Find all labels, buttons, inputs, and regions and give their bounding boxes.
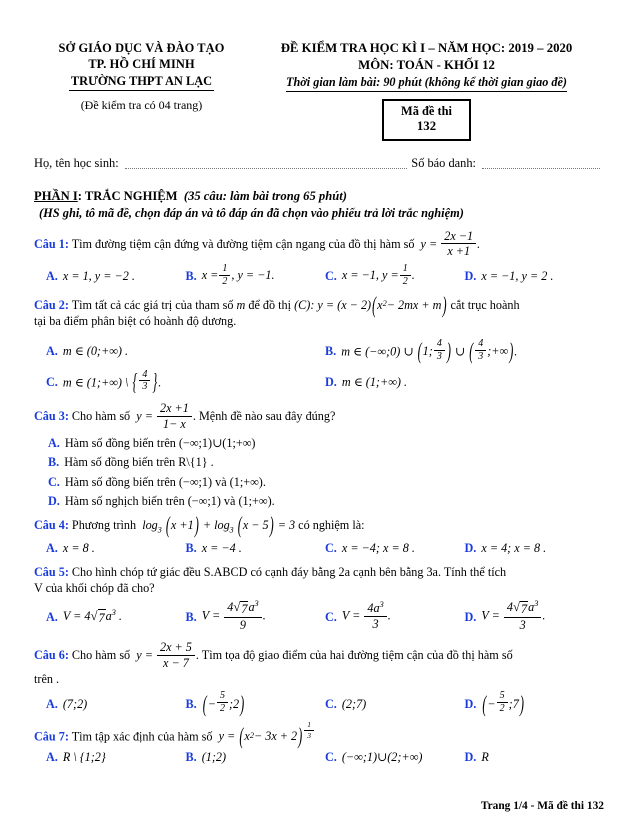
question-1-text: Tìm đường tiệm cận đứng và đường tiệm cậ… <box>71 236 415 251</box>
exam-duration: Thời gian làm bài: 90 phút (không kể thờ… <box>286 74 567 92</box>
question-1-option-d[interactable]: D. x = −1, y = 2 . <box>465 264 605 289</box>
question-2-text-2: để đồ thị <box>248 297 292 312</box>
question-2-label: Câu 2: <box>34 297 69 312</box>
part-subtitle: (HS ghi, tô mã đề, chọn đáp án và tô đáp… <box>39 206 464 221</box>
question-2-formula: (C): y = (x − 2)(x 2 − 2mx + m) <box>294 291 447 318</box>
question-7-option-a[interactable]: A. R \ {1;2} <box>46 749 186 765</box>
question-3: Câu 3: Cho hàm số y = 2x +1 1− x. Mệnh đề… <box>34 401 604 509</box>
question-2-text-4: tại ba điểm phân biệt có hoành độ dương. <box>34 313 237 328</box>
question-3-text-after: . Mệnh đề nào sau đây đúng? <box>192 409 336 424</box>
question-5-text-2: V của khối chóp đã cho? <box>34 580 155 595</box>
question-4-option-b[interactable]: B. x = −4 . <box>186 540 326 556</box>
question-5: Câu 5: Cho hình chóp tứ giác đều S.ABCD … <box>34 564 604 633</box>
question-6-text-after: . Tìm tọa độ giao điểm của hai đường tiệ… <box>195 647 513 662</box>
question-3-text-before: Cho hàm số <box>71 409 131 424</box>
exam-page: SỞ GIÁO DỤC VÀ ĐÀO TẠO TP. HỒ CHÍ MINH T… <box>0 0 638 832</box>
question-1-option-b[interactable]: B. x = 1 2, y = −1. <box>186 263 326 289</box>
page-footer: Trang 1/4 - Mã đề thi 132 <box>480 799 604 812</box>
question-6-option-c[interactable]: C. (2;7) <box>325 691 465 716</box>
question-1-label: Câu 1: <box>34 236 69 251</box>
question-2-option-c[interactable]: C. m ∈ (1;+∞) \ {4 3}. <box>46 369 325 396</box>
page-count-note: (Đề kiểm tra có 04 trang) <box>80 98 203 113</box>
question-2-option-b[interactable]: B. m ∈ (−∞;0) ∪ (1; 4 3) ∪ (4 3 ;+∞). <box>325 338 604 365</box>
question-7-option-d[interactable]: D. R <box>465 749 605 765</box>
part-heading: PHẦN I: TRẮC NGHIỆM (35 câu: làm bài tro… <box>34 188 604 222</box>
department-name: SỞ GIÁO DỤC VÀ ĐÀO TẠO <box>58 41 225 55</box>
header-left-block: SỞ GIÁO DỤC VÀ ĐÀO TẠO TP. HỒ CHÍ MINH T… <box>34 40 249 141</box>
question-6-formula: y = 2x + 5x − 7 <box>133 640 196 670</box>
question-5-text-1: Cho hình chóp tứ giác đều S.ABCD có cạnh… <box>71 564 507 579</box>
question-4-option-c[interactable]: C. x = −4; x = 8 . <box>325 540 465 556</box>
question-3-label: Câu 3: <box>34 409 69 424</box>
exam-code-box: Mã đề thi 132 <box>382 98 471 142</box>
question-4-option-d[interactable]: D. x = 4; x = 8 . <box>465 540 605 556</box>
question-6-option-b[interactable]: B. (−5 2 ;2) <box>186 690 326 717</box>
exam-title: ĐỀ KIỂM TRA HỌC KÌ I – NĂM HỌC: 2019 – 2… <box>280 41 573 55</box>
question-5-option-d[interactable]: D. V = 4 √ 7 a3 3. <box>465 599 605 633</box>
part-title-rest: : TRẮC NGHIỆM <box>77 188 178 203</box>
question-5-option-a[interactable]: A. V = 4 √ 7 a3 . <box>46 600 186 633</box>
city-name: TP. HỒ CHÍ MINH <box>88 57 195 72</box>
question-3-option-a[interactable]: A. Hàm số đồng biến trên (−∞;1)∪(1;+∞) <box>48 435 604 451</box>
exam-subject: MÔN: TOÁN - KHỐI 12 <box>358 57 495 72</box>
student-id-label: Số báo danh: <box>411 156 476 171</box>
question-3-formula: y = 2x +1 1− x <box>133 401 193 431</box>
question-1-option-c[interactable]: C. x = −1, y = 1 2. <box>325 263 465 289</box>
question-7-text-before: Tìm tập xác định của hàm số <box>71 729 213 744</box>
question-4-option-a[interactable]: A. x = 8 . <box>46 540 186 556</box>
student-name-field[interactable] <box>124 159 408 169</box>
question-3-option-d[interactable]: D. Hàm số nghịch biến trên (−∞;1) và (1;+… <box>48 493 604 509</box>
question-7-option-c[interactable]: C. (−∞;1)∪(2;+∞) <box>325 749 465 765</box>
question-7-formula: y = (x 2 − 3x + 2) 1 3 <box>216 720 315 750</box>
question-2-param: m <box>236 297 246 312</box>
question-6-option-d[interactable]: D. (−5 2 ;7) <box>465 690 605 717</box>
school-name: TRƯỜNG THPT AN LẠC <box>68 73 215 92</box>
question-6-label: Câu 6: <box>34 647 69 662</box>
exam-code-label: Mã đề thi <box>401 103 452 118</box>
question-5-option-b[interactable]: B. V = 4 √ 7 a3 9. <box>186 599 326 633</box>
question-4: Câu 4: Phương trình log3 (x +1) + log3 (… <box>34 511 605 556</box>
question-4-text-after: có nghiệm là: <box>298 517 365 532</box>
question-4-text-before: Phương trình <box>71 517 137 532</box>
question-7-label: Câu 7: <box>34 729 69 744</box>
exam-code-value: 132 <box>416 119 437 134</box>
question-1-formula: y = 2x −1 x +1. <box>417 228 481 259</box>
question-4-formula: log3 (x +1) + log3 (x − 5) = 3 <box>139 511 296 538</box>
question-2-option-a[interactable]: A. m ∈ (0;+∞) . <box>46 339 325 364</box>
document-header: SỞ GIÁO DỤC VÀ ĐÀO TẠO TP. HỒ CHÍ MINH T… <box>34 40 604 142</box>
part-title-main: PHẦN I <box>34 188 78 203</box>
header-right-block: ĐỀ KIỂM TRA HỌC KÌ I – NĂM HỌC: 2019 – 2… <box>249 40 604 142</box>
question-6-text-before: Cho hàm số <box>71 647 131 662</box>
question-3-option-b[interactable]: B. Hàm số đồng biến trên R\{1} . <box>48 454 604 470</box>
question-2: Câu 2: Tìm tất cả các giá trị của tham s… <box>34 291 604 396</box>
student-id-field[interactable] <box>482 159 600 169</box>
student-info-line: Họ, tên học sinh: Số báo danh: <box>34 155 604 171</box>
question-2-text-3: cắt trục hoành <box>450 297 520 312</box>
question-7-option-b[interactable]: B. (1;2) <box>186 749 326 765</box>
question-4-label: Câu 4: <box>34 517 69 532</box>
question-6-option-a[interactable]: A. (7;2) <box>46 691 186 716</box>
question-6-text-2: trên . <box>34 672 60 687</box>
question-5-option-c[interactable]: C. V = 4a3 3. <box>325 600 465 633</box>
question-7: Câu 7: Tìm tập xác định của hàm số y = (… <box>34 720 605 765</box>
question-6: Câu 6: Cho hàm số y = 2x + 5x − 7. Tìm t… <box>34 640 605 717</box>
question-2-option-d[interactable]: D. m ∈ (1;+∞) . <box>325 370 604 395</box>
question-2-text-1: Tìm tất cả các giá trị của tham số <box>71 297 234 312</box>
part-title-note: (35 câu: làm bài trong 65 phút) <box>183 188 347 203</box>
question-1: Câu 1: Tìm đường tiệm cận đứng và đường … <box>34 228 605 289</box>
student-name-label: Họ, tên học sinh: <box>34 156 119 171</box>
question-5-label: Câu 5: <box>34 564 69 579</box>
question-1-option-a[interactable]: A. x = 1, y = −2 . <box>46 264 186 289</box>
question-3-option-c[interactable]: C. Hàm số đồng biến trên (−∞;1) và (1;+∞)… <box>48 474 604 490</box>
